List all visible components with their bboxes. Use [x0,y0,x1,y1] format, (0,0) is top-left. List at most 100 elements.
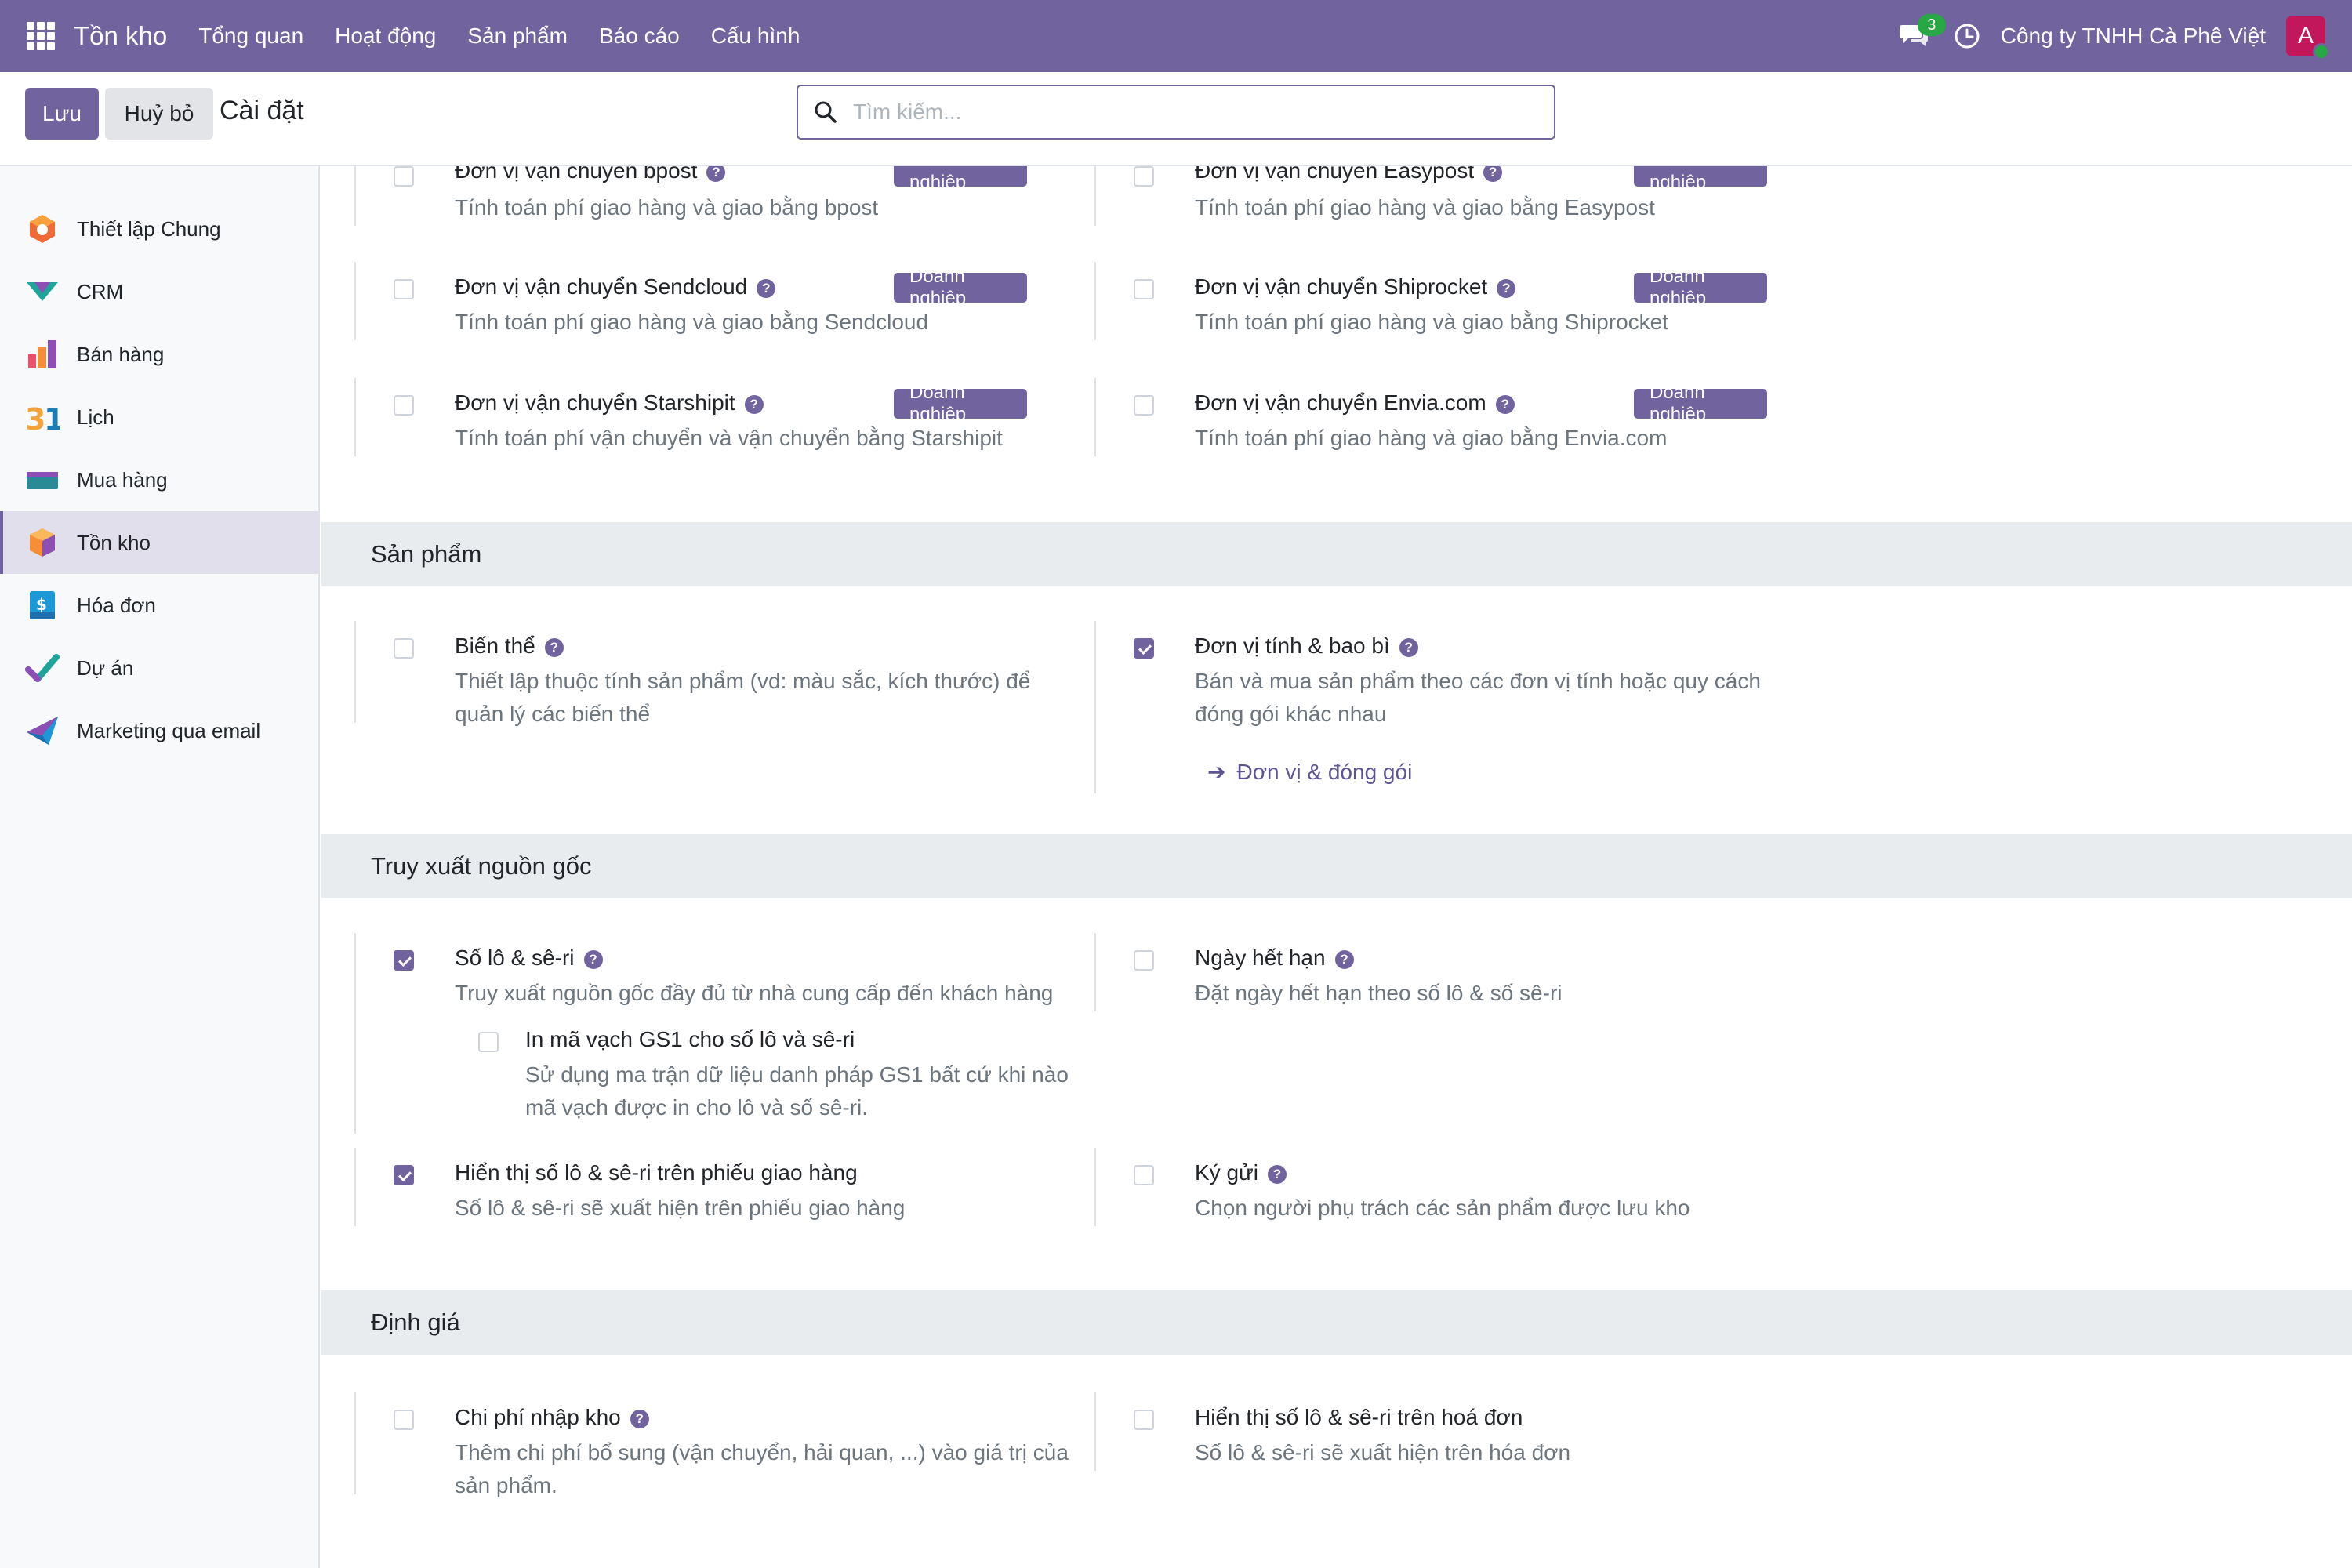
apps-grid-icon[interactable] [27,22,55,50]
sendcloud-checkbox[interactable] [394,279,414,299]
sidebar-item-label: Thiết lập Chung [77,216,221,241]
sidebar-item-label: Lịch [77,405,114,429]
settings-app-icon [30,215,55,243]
starshipit-checkbox[interactable] [394,395,414,416]
help-icon[interactable]: ? [1268,1165,1287,1184]
search-icon [815,101,837,123]
sidebar-item-project[interactable]: Dự án [0,637,318,699]
setting-title: Hiển thị số lô & sê-ri trên phiếu giao h… [455,1160,858,1185]
enterprise-badge: Doanh nghiệp [894,382,1027,425]
calendar-app-icon: 3 1 [25,402,60,434]
section-products: Sản phẩm [321,522,2352,586]
company-switcher[interactable]: Công ty TNHH Cà Phê Việt [2001,24,2266,49]
save-button[interactable]: Lưu [25,88,99,140]
variants-checkbox[interactable] [394,638,414,659]
setting-divider [1094,378,1096,456]
project-app-icon [25,654,60,682]
envia-checkbox[interactable] [1134,395,1154,416]
sidebar-item-sales[interactable]: Bán hàng [0,323,318,386]
messaging-button[interactable]: 3 [1899,14,1946,53]
setting-title-text: Chi phí nhập kho [455,1405,621,1429]
expiration-dates-checkbox[interactable] [1134,950,1154,971]
activity-clock-icon[interactable] [1954,23,1980,49]
help-icon[interactable]: ? [1497,279,1516,298]
setting-envia: Đơn vị vận chuyển Envia.com? Doanh nghiệ… [1062,378,1767,456]
setting-description: Tính toán phí giao hàng và giao bằng Shi… [1195,310,1668,334]
help-icon[interactable]: ? [630,1410,649,1428]
setting-divider [354,621,356,723]
setting-lots-on-invoice: Hiển thị số lô & sê-ri trên hoá đơn Số l… [1062,1392,1767,1471]
sidebar-item-calendar[interactable]: 3 1 Lịch [0,386,318,448]
setting-description: Tính toán phí giao hàng và giao bằng bpo… [455,195,879,220]
help-icon[interactable]: ? [706,166,726,182]
search-input[interactable] [853,100,1527,125]
menu-products[interactable]: Sản phẩm [452,24,583,49]
sidebar-item-general-settings[interactable]: Thiết lập Chung [0,198,318,260]
section-traceability: Truy xuất nguồn gốc [321,834,2352,898]
help-icon[interactable]: ? [1334,950,1354,969]
setting-title: Biến thể? [455,633,564,659]
help-icon[interactable]: ? [1495,395,1515,414]
sidebar-item-crm[interactable]: CRM [0,260,318,323]
shiprocket-checkbox[interactable] [1134,279,1154,299]
lots-delivery-slip-checkbox[interactable] [394,1165,414,1185]
sidebar-item-inventory[interactable]: Tồn kho [0,511,318,574]
lots-invoice-checkbox[interactable] [1134,1410,1154,1430]
sidebar-item-email-marketing[interactable]: Marketing qua email [0,699,318,762]
bpost-checkbox[interactable] [394,166,414,187]
uom-packaging-checkbox[interactable] [1134,638,1154,659]
help-icon[interactable]: ? [544,638,564,657]
setting-starshipit: Đơn vị vận chuyển Starshipit? Doanh nghi… [321,378,1027,456]
setting-shiprocket: Đơn vị vận chuyển Shiprocket? Doanh nghi… [1062,262,1767,340]
menu-overview[interactable]: Tổng quan [183,24,319,49]
enterprise-badge: Doanh nghiệp [894,266,1027,309]
consignment-checkbox[interactable] [1134,1165,1154,1185]
setting-title-text: Đơn vị vận chuyển Sendcloud [455,274,748,299]
setting-title: Đơn vị vận chuyển Easypost? [1195,166,1503,183]
user-avatar[interactable]: A [2286,16,2330,60]
search-bar[interactable] [797,85,1555,140]
uom-packaging-link[interactable]: ➔ Đơn vị & đóng gói [1207,759,1412,785]
easypost-checkbox[interactable] [1134,166,1154,187]
setting-title-text: Đơn vị tính & bao bì [1195,633,1390,658]
cancel-button[interactable]: Huỷ bỏ [105,88,213,140]
setting-title-text: Ký gửi [1195,1160,1258,1185]
gs1-barcode-checkbox[interactable] [478,1032,499,1052]
lots-serial-checkbox[interactable] [394,950,414,971]
top-navbar: Tồn kho Tổng quan Hoạt động Sản phẩm Báo… [0,0,2352,72]
help-icon[interactable]: ? [583,950,603,969]
landed-costs-checkbox[interactable] [394,1410,414,1430]
sales-app-icon [28,340,56,368]
menu-configuration[interactable]: Cấu hình [695,24,816,49]
setting-description: Tính toán phí giao hàng và giao bằng Eas… [1195,195,1655,220]
enterprise-badge: Doanh nghiệp [1634,266,1767,309]
sidebar-item-label: Dự án [77,655,134,680]
svg-text:3: 3 [25,402,45,434]
help-icon[interactable]: ? [1399,638,1418,657]
description-line: mã vạch được in cho lô và số sê-ri. [525,1095,869,1120]
help-icon[interactable]: ? [1483,166,1503,182]
setting-title-text: Đơn vị vận chuyển bpost [455,166,698,183]
sidebar-item-label: Hóa đơn [77,593,156,617]
sidebar-item-label: CRM [77,279,124,303]
setting-divider [354,378,356,456]
menu-operations[interactable]: Hoạt động [319,24,452,49]
setting-title: Đơn vị vận chuyển bpost? [455,166,726,183]
menu-reporting[interactable]: Báo cáo [583,24,695,49]
section-title: Định giá [371,1308,460,1336]
setting-description: Bán và mua sản phẩm theo các đơn vị tính… [1195,665,1822,731]
help-icon[interactable]: ? [757,279,776,298]
setting-uom-packaging: Đơn vị tính & bao bì? Bán và mua sản phẩ… [1062,621,1767,793]
setting-title-text: Đơn vị vận chuyển Shiprocket [1195,274,1488,299]
svg-text:$: $ [36,595,47,614]
settings-content: Đơn vị vận chuyển bpost? Doanh nghiệp Tí… [321,166,2352,1568]
setting-description: Thêm chi phí bổ sung (vận chuyển, hải qu… [455,1436,1082,1502]
app-brand[interactable]: Tồn kho [74,21,167,51]
arrow-right-icon: ➔ [1207,760,1226,784]
setting-description: Truy xuất nguồn gốc đầy đủ từ nhà cung c… [455,981,1054,1005]
sidebar-item-purchase[interactable]: Mua hàng [0,448,318,511]
sidebar-item-invoicing[interactable]: $ Hóa đơn [0,574,318,637]
setting-divider [1094,262,1096,340]
help-icon[interactable]: ? [744,395,764,414]
setting-divider [1094,1148,1096,1226]
